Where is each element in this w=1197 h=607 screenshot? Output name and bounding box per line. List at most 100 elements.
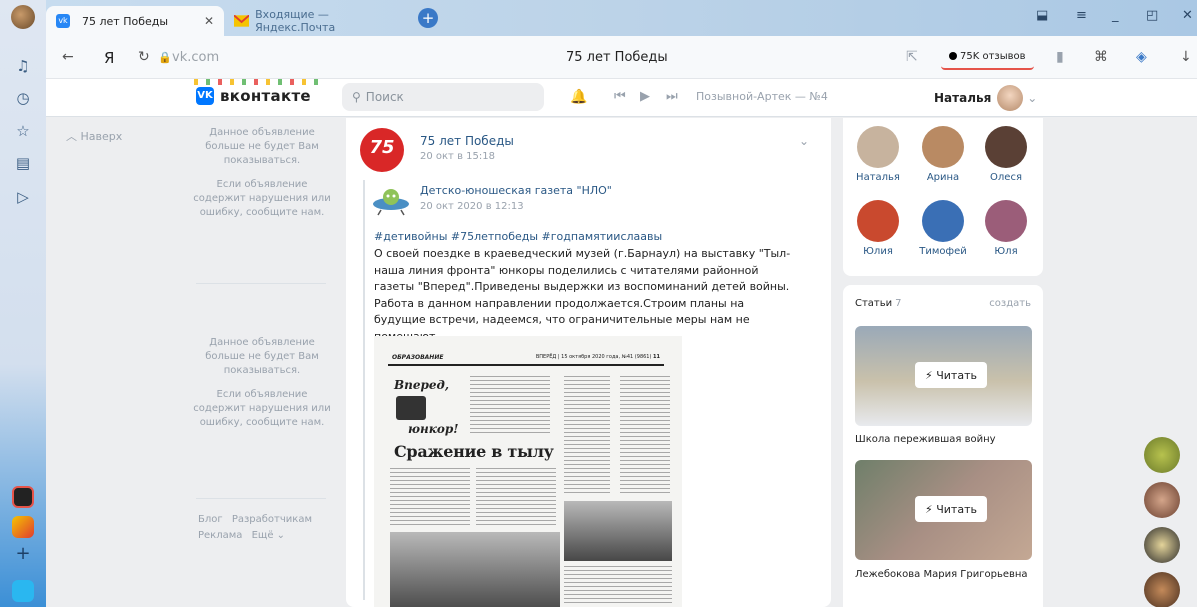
article-card[interactable]: ⚡ Читать xyxy=(855,460,1032,560)
up-link-label: Наверх xyxy=(80,130,123,143)
post-menu-chevron-icon[interactable]: ⌄ xyxy=(799,134,809,148)
track-title[interactable]: Позывной-Артек — №4 xyxy=(696,90,828,103)
close-tab-icon[interactable]: ✕ xyxy=(204,14,214,28)
more-icon[interactable]: ↓ xyxy=(1180,49,1192,65)
articles-count: 7 xyxy=(895,298,902,309)
bell-icon[interactable]: ♫ xyxy=(13,56,33,76)
yandex-logo-icon[interactable]: Я xyxy=(104,49,114,67)
read-button[interactable]: ⚡ Читать xyxy=(915,362,987,388)
alice-app-icon[interactable] xyxy=(12,580,34,602)
messenger-app-icon[interactable] xyxy=(12,486,34,508)
articles-title: Статьи xyxy=(855,298,893,309)
reviews-dot-icon xyxy=(949,52,957,60)
chevron-down-icon: ⌄ xyxy=(1027,91,1038,105)
read-button[interactable]: ⚡ Читать xyxy=(915,496,987,522)
reviews-label: 75K отзывов xyxy=(960,50,1026,62)
notifications-icon[interactable]: 🔔 xyxy=(570,89,587,105)
friend-item[interactable]: Юлия xyxy=(849,200,907,257)
ad-report-text[interactable]: Если объявление содержит нарушения или о… xyxy=(192,388,332,430)
chat-avatar[interactable] xyxy=(1144,437,1180,473)
close-window-icon[interactable]: ✕ xyxy=(1182,8,1193,23)
friend-name: Арина xyxy=(926,172,960,183)
search-input[interactable] xyxy=(365,90,526,104)
footer-link-more[interactable]: Ещё ⌄ xyxy=(252,530,285,541)
star-icon[interactable]: ☆ xyxy=(13,121,33,141)
ad-hidden-text: Данное объявление больше не будет Вам по… xyxy=(205,337,319,376)
article-title[interactable]: Лежебокова Мария Григорьевна xyxy=(855,569,1028,580)
tab-label: 75 лет Победы xyxy=(82,14,169,28)
footer-link-developers[interactable]: Разработчикам xyxy=(232,514,312,525)
previous-track-icon[interactable]: ⏮ xyxy=(614,89,626,104)
extension-icon[interactable]: ⌘ xyxy=(1094,49,1108,65)
user-name: Наталья xyxy=(934,91,992,105)
repost-line xyxy=(363,180,365,600)
tab-vk[interactable]: vk 75 лет Победы ✕ xyxy=(46,6,224,36)
post-date[interactable]: 20 окт в 15:18 xyxy=(420,151,495,162)
back-icon[interactable]: ← xyxy=(62,49,74,65)
post-hashtags[interactable]: #детивойны #75летпобеды #годпамятиислаав… xyxy=(374,230,662,243)
reload-icon[interactable]: ↻ xyxy=(138,49,150,65)
friend-item[interactable]: Тимофей xyxy=(914,200,972,257)
url-field[interactable]: vk.com xyxy=(172,50,219,65)
friend-name: Тимофей xyxy=(919,246,967,257)
user-avatar xyxy=(997,85,1024,111)
play-icon[interactable]: ▷ xyxy=(13,187,33,207)
newspaper-photo[interactable]: ОБРАЗОВАНИЕ ВПЕРЁД | 15 октября 2020 год… xyxy=(374,336,682,607)
friend-item[interactable]: Олеся xyxy=(977,126,1035,183)
user-menu[interactable]: Наталья ⌄ xyxy=(934,85,1037,111)
new-tab-button[interactable]: + xyxy=(418,8,438,28)
create-article-link[interactable]: создать xyxy=(989,298,1031,309)
history-icon[interactable]: ◷ xyxy=(13,88,33,108)
search-box[interactable]: ⚲ xyxy=(342,83,544,111)
share-icon[interactable]: ⇱ xyxy=(906,49,918,65)
friend-name: Юлия xyxy=(863,246,893,257)
newspaper-column xyxy=(476,468,556,528)
chat-avatar[interactable] xyxy=(1144,482,1180,518)
articles-block: Статьи 7 создать ⚡ Читать Школа переживша… xyxy=(843,285,1043,607)
friend-avatar xyxy=(857,200,899,242)
address-bar: ← Я ↻ 🔒 vk.com 75 лет Победы ⇱ 75K отзыв… xyxy=(46,36,1197,79)
newspaper-headline-1: Вперед, xyxy=(394,378,450,392)
play-track-icon[interactable]: ▶ xyxy=(640,89,650,104)
mail-app-icon[interactable] xyxy=(12,516,34,538)
menu-icon[interactable]: ≡ xyxy=(1076,8,1087,23)
tab-mail[interactable]: Входящие — Яндекс.Почта xyxy=(224,6,414,36)
article-title[interactable]: Школа пережившая войну xyxy=(855,434,996,445)
ad-report-text[interactable]: Если объявление содержит нарушения или о… xyxy=(192,178,332,220)
post-text: О своей поездке в краеведческий музей (г… xyxy=(374,247,791,343)
friend-item[interactable]: Юля xyxy=(977,200,1035,257)
friend-item[interactable]: Наталья xyxy=(849,126,907,183)
friend-item[interactable]: Арина xyxy=(914,126,972,183)
scroll-up-link[interactable]: ︿ Наверх xyxy=(66,128,122,144)
downloads-icon[interactable]: ◈ xyxy=(1136,49,1147,65)
vk-favicon-icon: vk xyxy=(56,14,70,28)
post-author[interactable]: 75 лет Победы xyxy=(420,134,514,148)
footer-link-ads[interactable]: Реклама xyxy=(198,530,242,541)
restore-icon[interactable]: ◰ xyxy=(1146,8,1158,23)
chat-avatar[interactable] xyxy=(1144,572,1180,607)
repost-author[interactable]: Детско-юношеская газета "НЛО" xyxy=(420,184,612,197)
divider xyxy=(196,283,326,284)
lock-icon[interactable]: 🔒 xyxy=(158,51,172,64)
vk-logo[interactable]: VK вконтакте xyxy=(196,87,311,105)
repost-date[interactable]: 20 окт 2020 в 12:13 xyxy=(420,201,524,212)
chat-avatar[interactable] xyxy=(1144,527,1180,563)
reviews-badge[interactable]: 75K отзывов xyxy=(941,44,1034,70)
newspaper-column xyxy=(390,468,470,528)
newspaper-headline-2: юнкор! xyxy=(408,422,459,436)
collections-icon[interactable]: ▤ xyxy=(13,153,33,173)
next-track-icon[interactable]: ⏭ xyxy=(666,89,678,104)
articles-header[interactable]: Статьи 7 xyxy=(855,298,902,309)
ufo-avatar-icon[interactable] xyxy=(372,184,410,216)
bookmark-icon[interactable]: ▮ xyxy=(1056,49,1064,65)
add-icon[interactable]: + xyxy=(13,544,33,564)
community-avatar[interactable]: 75 xyxy=(360,128,404,172)
footer-link-blog[interactable]: Блог xyxy=(198,514,223,525)
minimize-icon[interactable]: _ xyxy=(1112,8,1119,23)
article-card[interactable]: ⚡ Читать xyxy=(855,326,1032,426)
newspaper-column xyxy=(470,376,550,436)
friend-name: Наталья xyxy=(856,172,900,183)
protect-icon[interactable]: ⬓ xyxy=(1036,8,1048,23)
profile-avatar[interactable] xyxy=(11,5,35,29)
newspaper-photo-group xyxy=(390,532,560,607)
